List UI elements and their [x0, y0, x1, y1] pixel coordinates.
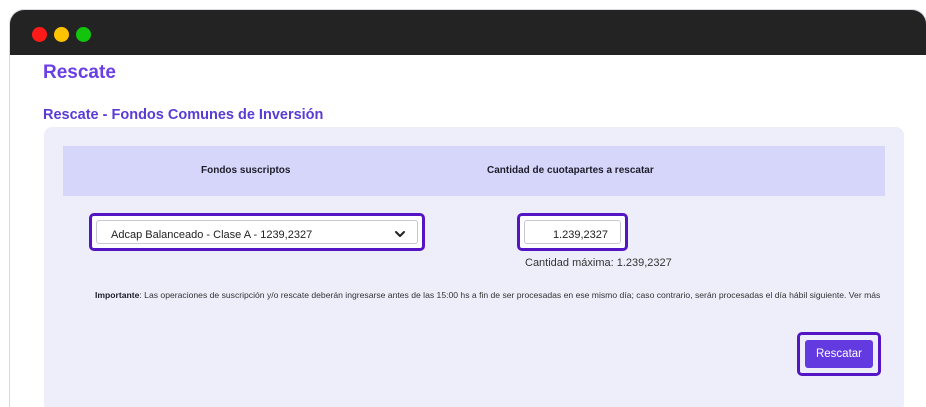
notice-label: Importante — [95, 290, 140, 300]
important-notice: Importante: Las operaciones de suscripci… — [95, 289, 895, 302]
quantity-input[interactable]: 1.239,2327 — [524, 220, 621, 244]
max-quantity-label: Cantidad máxima: 1.239,2327 — [525, 257, 672, 269]
minimize-window-icon[interactable] — [54, 27, 69, 42]
fund-select[interactable]: Adcap Balanceado - Clase A - 1239,2327 — [96, 220, 418, 244]
close-window-icon[interactable] — [32, 27, 47, 42]
rescatar-button[interactable]: Rescatar — [805, 340, 873, 368]
page-title: Rescate — [43, 62, 116, 83]
table-header: Fondos suscriptos Cantidad de cuotaparte… — [63, 146, 885, 196]
chevron-down-icon — [395, 231, 405, 237]
fund-select-value: Adcap Balanceado - Clase A - 1239,2327 — [111, 229, 313, 241]
rescue-form-card: Fondos suscriptos Cantidad de cuotaparte… — [44, 127, 904, 407]
maximize-window-icon[interactable] — [76, 27, 91, 42]
window-titlebar — [10, 10, 926, 55]
quantity-input-highlight: 1.239,2327 — [517, 213, 628, 251]
header-cantidad-cuotapartes: Cantidad de cuotapartes a rescatar — [487, 165, 654, 176]
section-title: Rescate - Fondos Comunes de Inversión — [43, 107, 324, 123]
fund-select-highlight: Adcap Balanceado - Clase A - 1239,2327 — [89, 213, 425, 251]
browser-window: Rescate Rescate - Fondos Comunes de Inve… — [10, 10, 926, 407]
quantity-input-value: 1.239,2327 — [552, 229, 608, 241]
rescatar-button-highlight: Rescatar — [797, 332, 881, 376]
header-fondos-suscriptos: Fondos suscriptos — [201, 165, 291, 176]
notice-text: : Las operaciones de suscripción y/o res… — [139, 290, 881, 300]
